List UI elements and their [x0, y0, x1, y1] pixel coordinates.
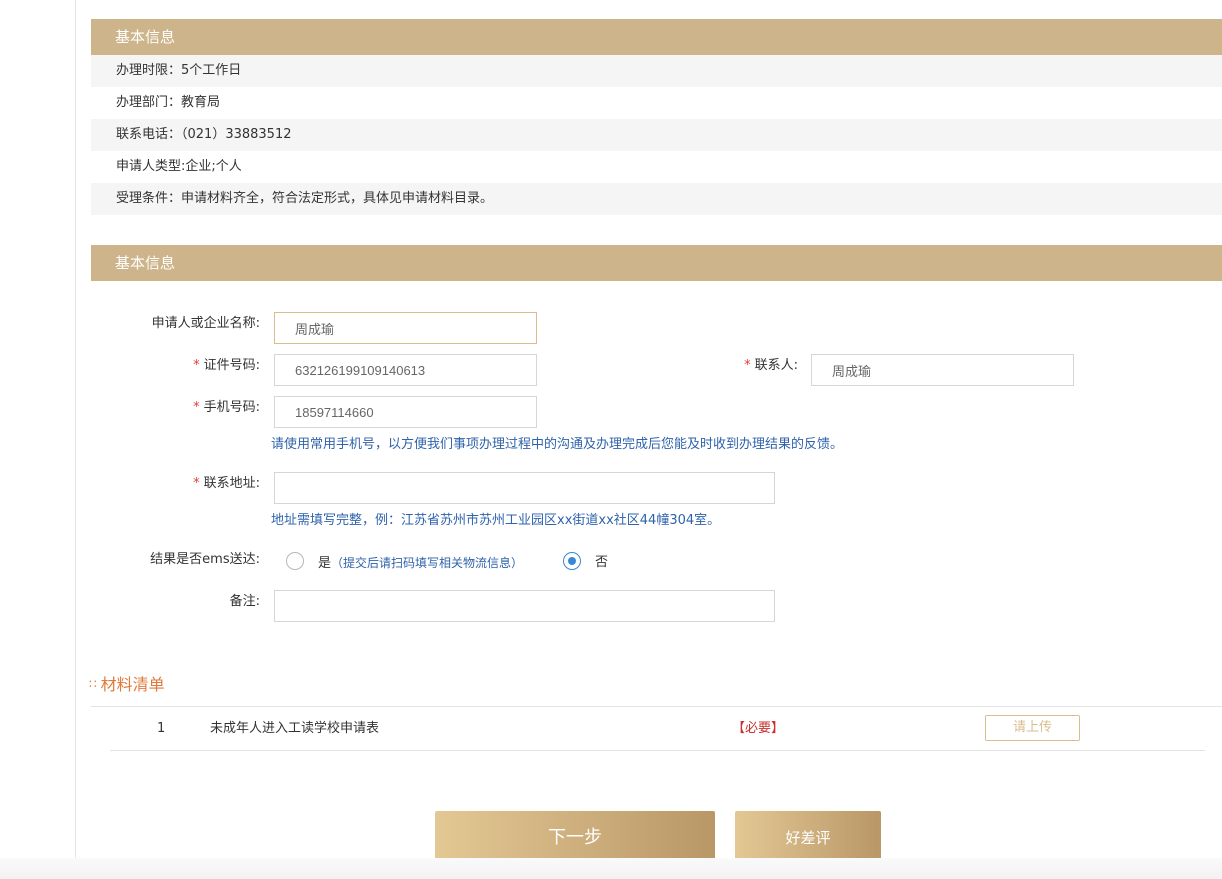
ems-no-label: 否 [595, 555, 609, 570]
next-step-button[interactable]: 下一步 [435, 811, 715, 865]
applicant-name-label: 申请人或企业名称: [151, 316, 260, 331]
materials-title-text: 材料清单 [100, 675, 165, 694]
phone-hint: 请使用常用手机号，以方便我们事项办理过程中的沟通及办理完成后您能及时收到办理结果… [271, 437, 844, 452]
upload-button[interactable]: 请上传 [985, 715, 1080, 741]
materials-divider-bottom [110, 750, 1205, 751]
info-row-conditions: 受理条件：申请材料齐全，符合法定形式，具体见申请材料目录。 [91, 183, 1222, 215]
material-index: 1 [157, 721, 166, 736]
phone-label: * 手机号码: [110, 398, 260, 418]
phone-label-text: 手机号码: [203, 400, 260, 415]
id-number-input[interactable] [274, 354, 537, 386]
info-row-department: 办理部门：教育局 [116, 95, 221, 110]
required-mark: * [744, 358, 751, 373]
id-number-label: * 证件号码: [110, 356, 260, 376]
page-left-divider [75, 0, 76, 879]
phone-input[interactable] [274, 396, 537, 428]
contact-input[interactable] [811, 354, 1074, 386]
material-name: 未成年人进入工读学校申请表 [210, 721, 380, 736]
info-row-applicant-type: 申请人类型:企业;个人 [116, 159, 242, 174]
applicant-name-input[interactable] [274, 312, 537, 344]
material-required-badge: 【必要】 [732, 721, 785, 736]
address-input[interactable] [274, 472, 775, 504]
page-bottom-shade [0, 858, 1222, 879]
required-mark: * [193, 476, 200, 491]
address-hint: 地址需填写完整，例：江苏省苏州市苏州工业园区xx街道xx社区44幢304室。 [271, 513, 721, 528]
ems-yes-note: （提交后请扫码填写相关物流信息） [331, 556, 524, 570]
contact-label: * 联系人: [680, 356, 798, 376]
ems-label: 结果是否ems送达: [150, 552, 260, 567]
materials-divider-top [91, 706, 1222, 707]
remark-label: 备注: [229, 594, 260, 609]
id-number-label-text: 证件号码: [203, 358, 260, 373]
basic-info-header: 基本信息 [91, 19, 1222, 55]
remark-input[interactable] [274, 590, 775, 622]
rating-button[interactable]: 好差评 [735, 811, 881, 865]
form-header: 基本信息 [91, 245, 1222, 281]
ems-yes-radio[interactable] [286, 552, 304, 570]
required-mark: * [193, 358, 200, 373]
ems-yes-label: 是 [318, 556, 332, 571]
address-label-text: 联系地址: [203, 476, 260, 491]
ems-no-radio[interactable] [563, 552, 581, 570]
materials-title: ∷ 材料清单 [89, 674, 165, 695]
address-label: * 联系地址: [110, 474, 260, 494]
ems-yes-option: 是（提交后请扫码填写相关物流信息） [318, 553, 523, 574]
section-marker-icon: ∷ [89, 677, 97, 691]
required-mark: * [193, 400, 200, 415]
info-row-phone: 联系电话：（021）33883512 [91, 119, 1222, 151]
contact-label-text: 联系人: [754, 358, 798, 373]
info-row-time-limit: 办理时限：5个工作日 [91, 55, 1222, 87]
